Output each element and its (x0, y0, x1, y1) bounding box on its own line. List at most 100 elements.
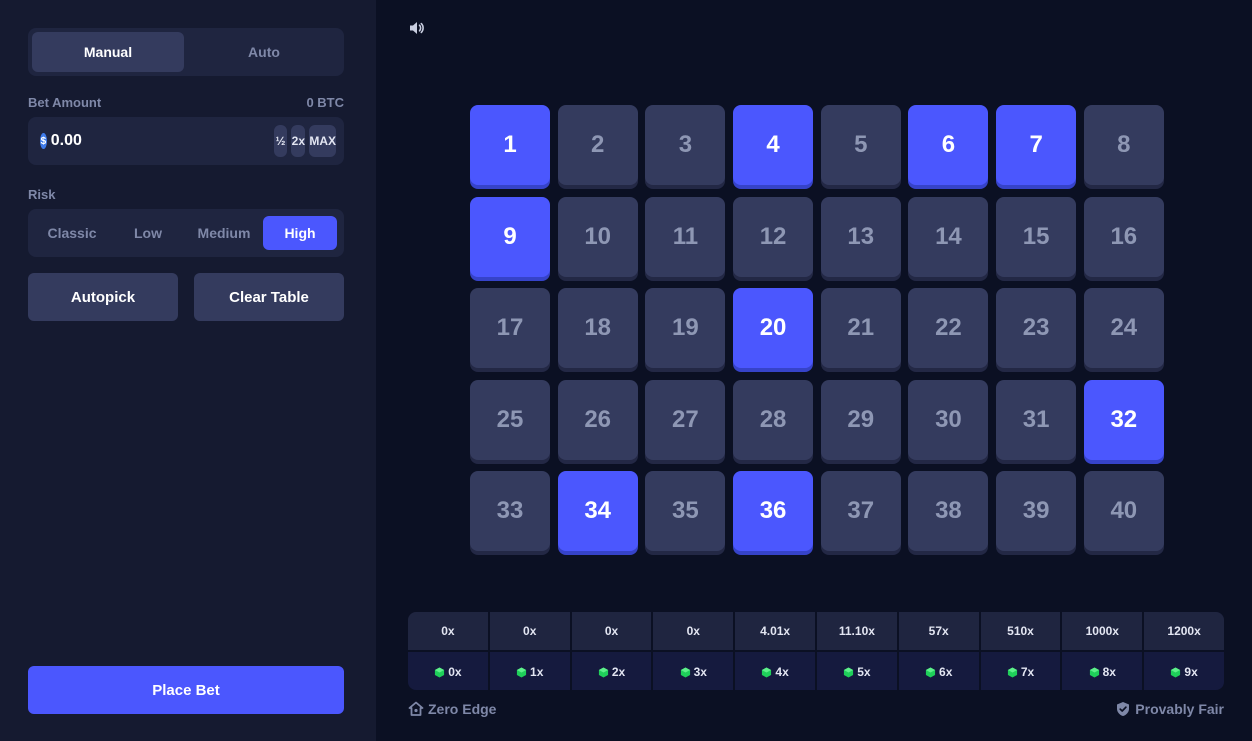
speaker-icon[interactable] (408, 19, 426, 37)
bet-amount-header: Bet Amount 0 BTC (28, 95, 344, 110)
payout-multiplier: 0x (571, 612, 652, 650)
gem-icon (598, 666, 608, 678)
hit-count-cell: 0x (408, 652, 488, 690)
zero-edge-label: Zero Edge (428, 701, 497, 717)
keno-tile[interactable]: 16 (1083, 196, 1164, 277)
hit-count-label: 5x (857, 665, 871, 679)
tab-auto[interactable]: Auto (188, 32, 340, 72)
keno-tile[interactable]: 30 (908, 379, 989, 460)
autopick-button[interactable]: Autopick (28, 273, 178, 321)
risk-option-medium[interactable]: Medium (187, 216, 261, 250)
gem-icon (844, 666, 854, 678)
gem-icon (680, 666, 690, 678)
keno-tile[interactable]: 17 (470, 288, 550, 368)
keno-tile[interactable]: 32 (1083, 379, 1164, 460)
keno-tile[interactable]: 10 (557, 196, 638, 277)
risk-option-classic[interactable]: Classic (35, 216, 109, 250)
hit-count-cell: 5x (817, 652, 897, 690)
keno-tile[interactable]: 1 (470, 105, 550, 185)
dollar-coin-icon: $ (40, 133, 47, 149)
double-bet-button[interactable]: 2x (291, 125, 306, 157)
gem-icon (1089, 666, 1099, 678)
keno-tile[interactable]: 21 (820, 288, 901, 368)
risk-option-low[interactable]: Low (111, 216, 185, 250)
hit-count-cell: 2x (571, 652, 652, 690)
keno-tile[interactable]: 6 (908, 105, 989, 185)
payout-multiplier: 0x (653, 612, 734, 650)
keno-tile[interactable]: 37 (820, 471, 901, 551)
keno-tile[interactable]: 15 (996, 196, 1077, 277)
keno-tile[interactable]: 3 (645, 105, 726, 185)
keno-tile[interactable]: 19 (645, 288, 726, 368)
keno-tile[interactable]: 35 (645, 471, 726, 551)
keno-tile[interactable]: 5 (820, 105, 901, 185)
clear-table-button[interactable]: Clear Table (194, 273, 344, 321)
keno-board: 1 2 3 4 5 6 7 8 9 10 11 12 13 14 15 16 17 18 19 20 21 22 23 24 2… (470, 105, 1164, 551)
payout-multiplier: 1000x (1062, 612, 1143, 650)
keno-tile[interactable]: 23 (996, 288, 1077, 368)
keno-tile[interactable]: 31 (996, 379, 1077, 460)
gem-icon (1007, 666, 1017, 678)
payout-multiplier: 0x (489, 612, 570, 650)
payout-table: 0x 0x 0x 0x 4.01x 11.10x 57x 510x 1000x 1200x 0x 1x… (408, 612, 1224, 690)
place-bet-button[interactable]: Place Bet (28, 666, 344, 714)
keno-tile[interactable]: 28 (733, 379, 814, 460)
keno-tile[interactable]: 20 (733, 288, 814, 368)
keno-tile[interactable]: 39 (996, 471, 1077, 551)
tab-manual[interactable]: Manual (32, 32, 184, 72)
keno-tile[interactable]: 27 (645, 379, 726, 460)
zero-edge-link[interactable]: Zero Edge (408, 701, 496, 717)
hit-count-label: 0x (448, 665, 462, 679)
keno-tile[interactable]: 25 (470, 379, 550, 460)
keno-tile[interactable]: 29 (820, 379, 901, 460)
gem-icon (762, 666, 772, 678)
keno-tile[interactable]: 34 (557, 471, 638, 551)
provably-fair-link[interactable]: Provably Fair (1115, 701, 1224, 717)
keno-tile[interactable]: 24 (1083, 288, 1164, 368)
hit-count-cell: 1x (489, 652, 570, 690)
gem-icon (925, 666, 936, 678)
keno-tile[interactable]: 26 (557, 379, 638, 460)
keno-tile[interactable]: 18 (557, 288, 638, 368)
payout-multiplier: 510x (980, 612, 1061, 650)
payout-multiplier: 1200x (1144, 612, 1224, 650)
keno-tile[interactable]: 7 (996, 105, 1077, 185)
keno-tile[interactable]: 22 (908, 288, 989, 368)
bet-amount-field: $ ½ 2x MAX (28, 117, 344, 165)
keno-tile[interactable]: 4 (733, 105, 814, 185)
keno-tile[interactable]: 36 (733, 471, 814, 551)
balance-value: 0 BTC (306, 95, 344, 110)
keno-tile[interactable]: 14 (908, 196, 989, 277)
keno-tile[interactable]: 12 (733, 196, 814, 277)
gem-icon (1171, 666, 1181, 678)
bet-amount-input[interactable] (50, 125, 270, 157)
sidebar: Manual Auto Bet Amount 0 BTC $ ½ 2x MAX … (0, 0, 376, 741)
mode-toggle: Manual Auto (28, 28, 344, 76)
risk-header: Risk (28, 187, 344, 202)
risk-option-high[interactable]: High (263, 216, 337, 250)
keno-tile[interactable]: 33 (470, 471, 550, 551)
hit-count-label: 3x (693, 665, 707, 679)
keno-tile[interactable]: 38 (908, 471, 989, 551)
bet-amount-label: Bet Amount (28, 95, 102, 110)
hit-count-label: 2x (611, 665, 626, 679)
provably-fair-label: Provably Fair (1135, 701, 1224, 717)
game-area: 1 2 3 4 5 6 7 8 9 10 11 12 13 14 15 16 17 18 19 20 21 22 23 24 2… (376, 0, 1252, 741)
hit-count-label: 6x (939, 665, 953, 679)
hit-count-cell: 7x (980, 652, 1061, 690)
keno-tile[interactable]: 8 (1083, 105, 1164, 185)
max-bet-button[interactable]: MAX (309, 125, 336, 157)
hit-count-label: 9x (1184, 665, 1198, 679)
hit-count-label: 1x (530, 665, 544, 679)
half-bet-button[interactable]: ½ (273, 125, 288, 157)
payout-multiplier: 0x (408, 612, 488, 650)
keno-tile[interactable]: 11 (645, 196, 726, 277)
keno-tile[interactable]: 2 (557, 105, 638, 185)
hit-count-cell: 4x (735, 652, 815, 690)
shield-check-icon (1117, 702, 1130, 716)
gem-icon (435, 666, 445, 678)
keno-tile[interactable]: 13 (820, 196, 901, 277)
risk-label: Risk (28, 187, 56, 202)
keno-tile[interactable]: 9 (470, 196, 550, 277)
keno-tile[interactable]: 40 (1083, 471, 1164, 551)
